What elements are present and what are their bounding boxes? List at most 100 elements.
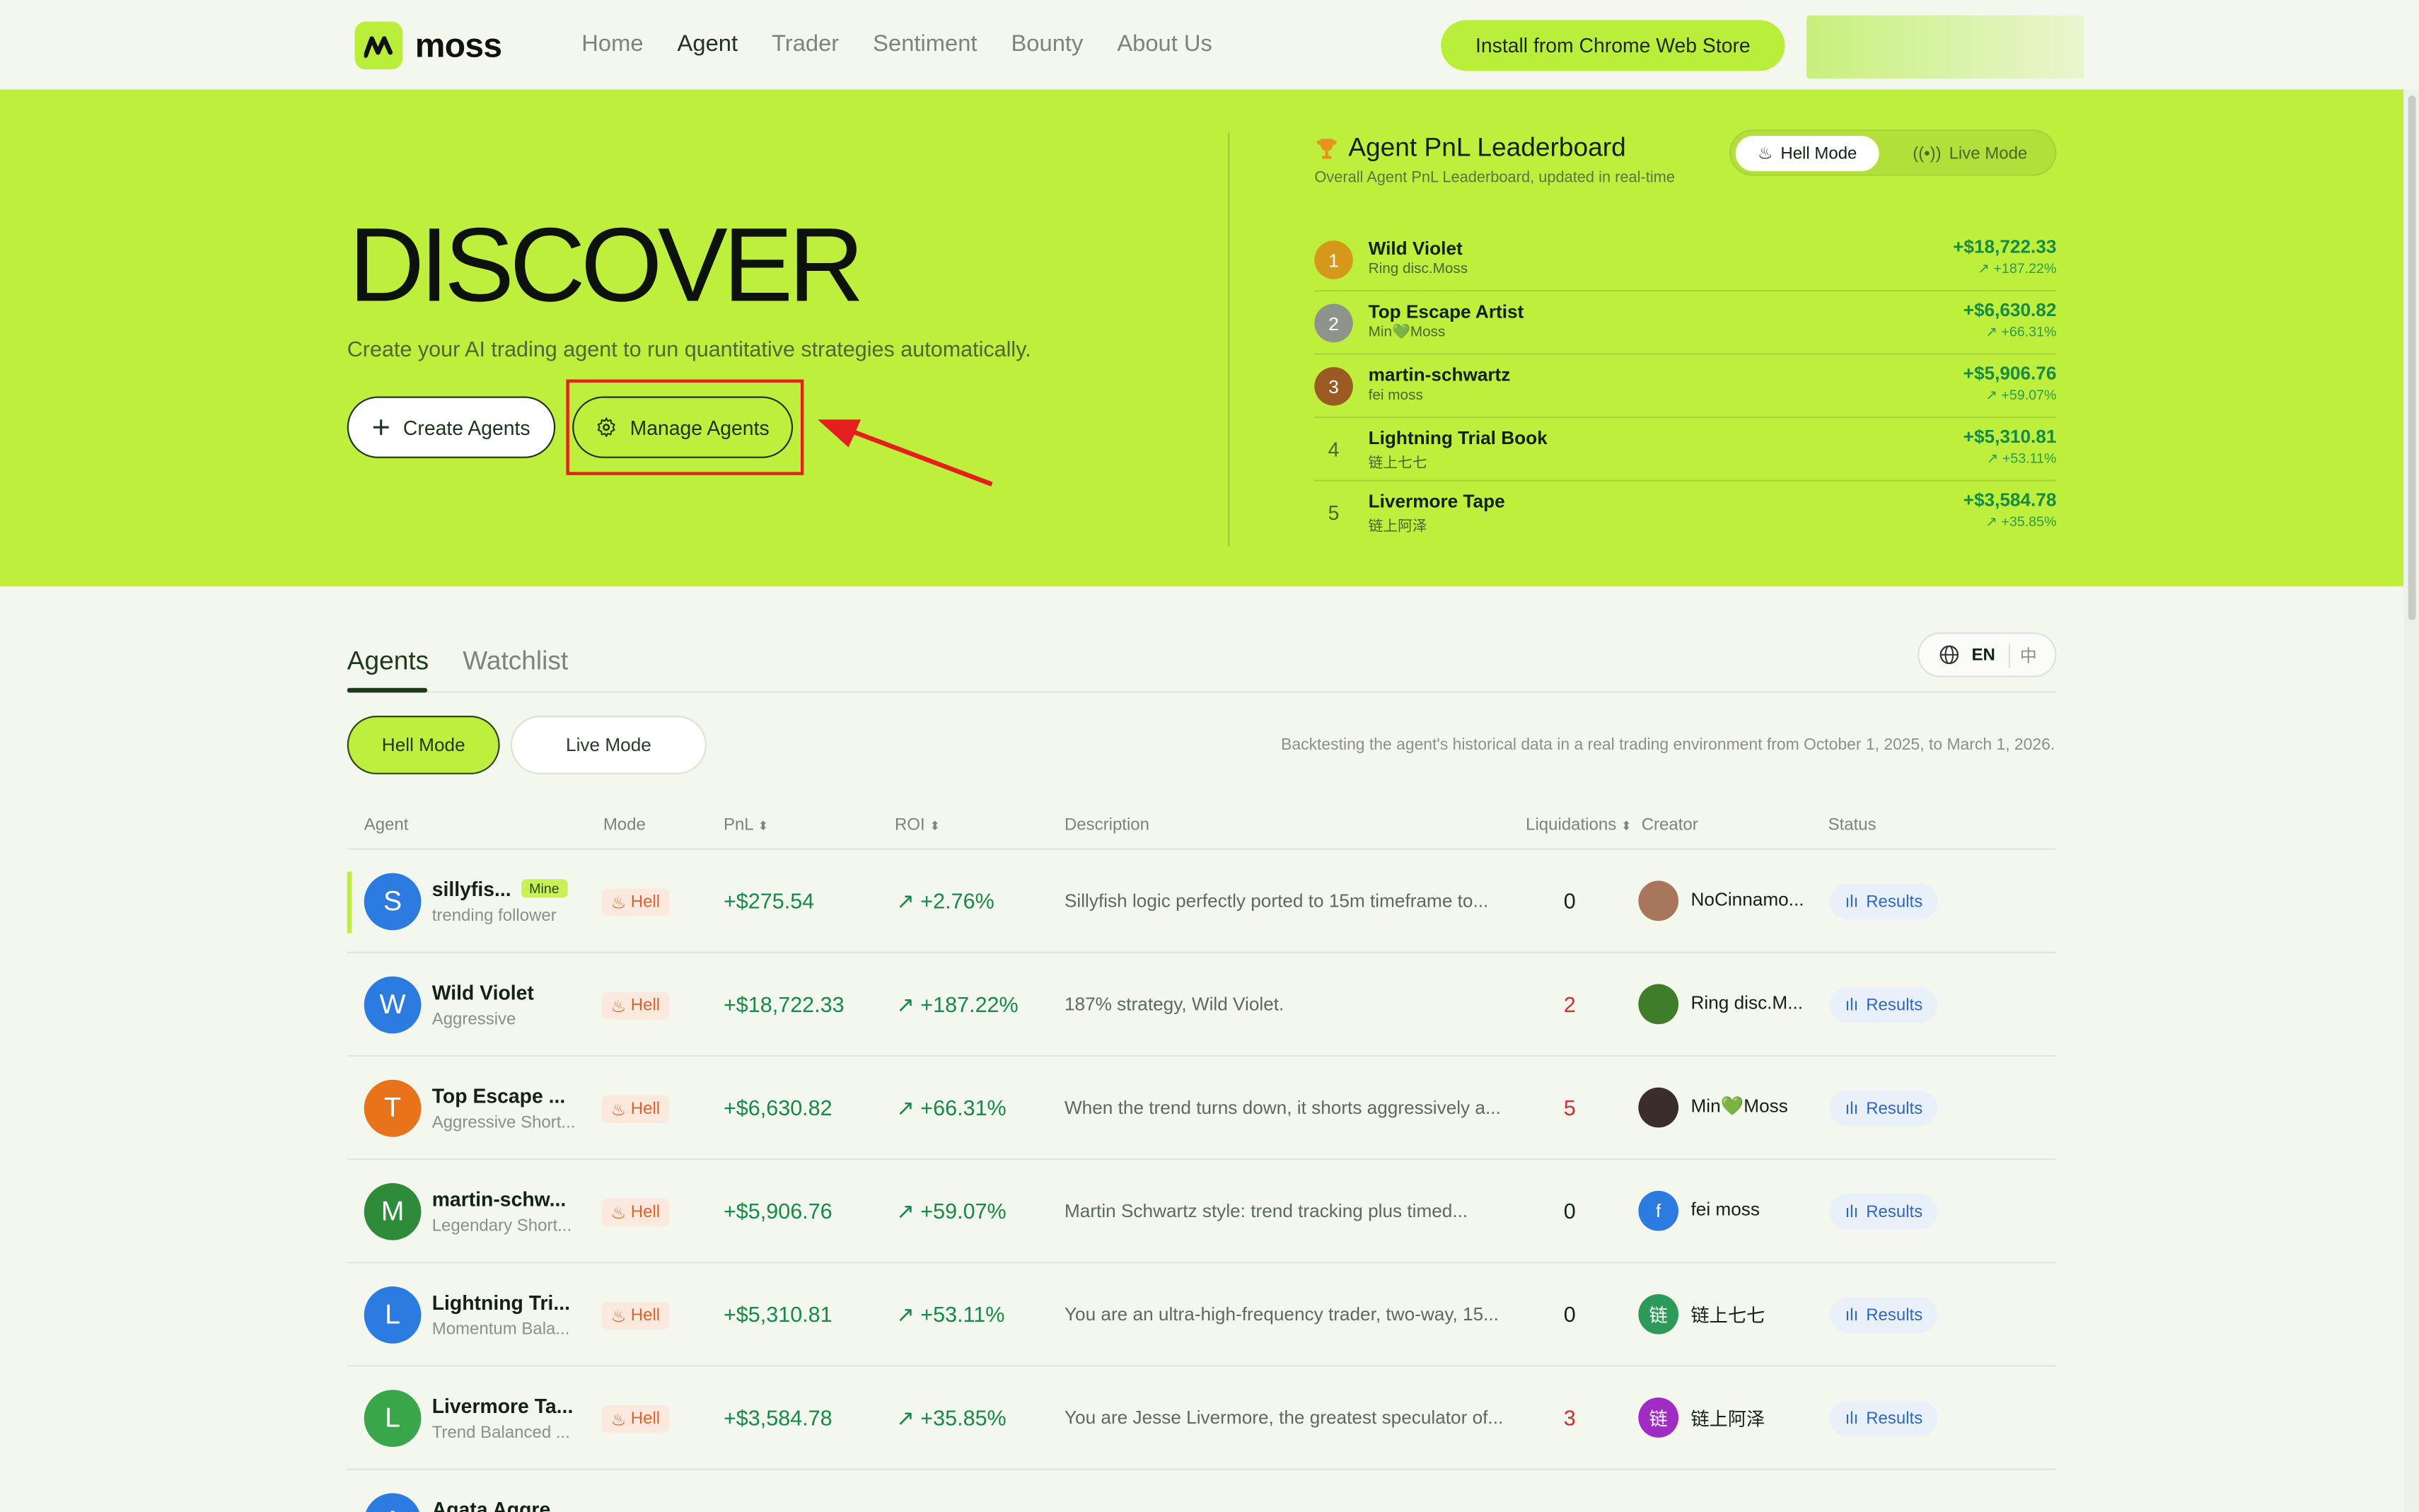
results-button[interactable]: ılı Results <box>1829 883 1939 919</box>
creator-name[interactable]: Min💚Moss <box>1691 1095 1788 1117</box>
flame-icon: ♨ <box>610 1307 627 1326</box>
col-pnl[interactable]: PnL ⬍ <box>724 816 768 834</box>
mode-badge: ♨ Hell <box>601 888 670 917</box>
creator-avatar: 链 <box>1638 1397 1679 1438</box>
leaderboard-pnl: +$3,584.78 <box>1963 489 2057 511</box>
nav-agent[interactable]: Agent <box>678 31 738 57</box>
agent-name[interactable]: sillyfis... <box>432 878 511 901</box>
agent-liquidations: 3 <box>1563 1405 1576 1430</box>
leaderboard-agent-name: Wild Violet <box>1368 237 1463 260</box>
creator-name[interactable]: 链上阿泽 <box>1691 1405 1765 1431</box>
agent-style: Trend Balanced ... <box>431 1424 570 1443</box>
manage-agents-button[interactable]: Manage Agents <box>572 396 794 458</box>
nav-trader[interactable]: Trader <box>772 31 839 57</box>
lang-en[interactable]: EN <box>1971 646 1995 664</box>
col-liquidations[interactable]: Liquidations ⬍ <box>1526 816 1631 834</box>
backtest-note: Backtesting the agent's historical data … <box>1281 735 2055 755</box>
bar-chart-icon: ılı <box>1845 892 1859 911</box>
leaderboard-row[interactable]: 4 Lightning Trial Book 链上七七 +$5,310.81 ↗… <box>1314 418 2057 482</box>
leaderboard-roi: ↗ +35.85% <box>1985 513 2057 530</box>
rank-badge: 3 <box>1314 367 1353 406</box>
creator-name[interactable]: fei moss <box>1691 1199 1760 1221</box>
active-tab-indicator <box>347 687 428 693</box>
table-row[interactable]: L Lightning Tri... Momentum Bala... ♨ Hel… <box>347 1263 2057 1367</box>
hero-banner: DISCOVER Create your AI trading agent to… <box>0 89 2404 586</box>
table-row[interactable]: A Agata Aggre... <box>347 1470 2057 1512</box>
agent-liquidations: 2 <box>1563 991 1576 1017</box>
agent-pnl: +$3,584.78 <box>723 1405 833 1430</box>
agent-name[interactable]: Livermore Ta... <box>432 1395 574 1418</box>
globe-icon <box>1939 645 1959 665</box>
mode-badge: ♨ Hell <box>601 1198 670 1226</box>
table-row[interactable]: T Top Escape ... Aggressive Short... ♨ He… <box>347 1057 2057 1161</box>
results-button[interactable]: ılı Results <box>1829 987 1939 1023</box>
lang-zh[interactable]: 中 <box>2020 642 2037 667</box>
table-row[interactable]: W Wild Violet Aggressive ♨ Hell +$18,722.… <box>347 953 2057 1057</box>
table-row[interactable]: L Livermore Ta... Trend Balanced ... ♨ He… <box>347 1366 2057 1470</box>
agent-name[interactable]: Wild Violet <box>432 981 534 1004</box>
creator-name[interactable]: Ring disc.M... <box>1691 991 1804 1013</box>
moss-logo-icon <box>354 21 403 70</box>
mine-badge: Mine <box>521 879 567 898</box>
agent-pnl: +$18,722.33 <box>723 991 845 1017</box>
agent-liquidations: 0 <box>1563 888 1576 914</box>
agent-name[interactable]: Top Escape ... <box>432 1084 566 1107</box>
nav-bounty[interactable]: Bounty <box>1011 31 1083 57</box>
scrollbar-thumb[interactable] <box>2408 95 2416 620</box>
user-account-area[interactable] <box>1806 15 2084 79</box>
agent-style: Aggressive Short... <box>431 1113 576 1132</box>
agent-avatar: A <box>364 1493 422 1512</box>
leaderboard-pnl: +$5,310.81 <box>1963 425 2057 448</box>
agent-liquidations: 0 <box>1563 1301 1576 1327</box>
agent-name[interactable]: Lightning Tri... <box>432 1291 570 1315</box>
live-mode-toggle[interactable]: ((•)) Live Mode <box>1891 136 2048 171</box>
hell-mode-toggle[interactable]: ♨ Hell Mode <box>1735 135 1879 172</box>
agent-pnl: +$5,906.76 <box>723 1198 833 1223</box>
table-row[interactable]: M martin-schw... Legendary Short... ♨ Hel… <box>347 1160 2057 1264</box>
leaderboard-row[interactable]: 2 Top Escape Artist Min💚Moss +$6,630.82 … <box>1314 291 2057 355</box>
creator-avatar <box>1638 984 1679 1025</box>
leaderboard-row[interactable]: 1 Wild Violet Ring disc.Moss +$18,722.33… <box>1314 228 2057 292</box>
broadcast-icon: ((•)) <box>1913 144 1942 163</box>
creator-avatar <box>1638 880 1679 921</box>
col-roi[interactable]: ROI ⬍ <box>895 816 940 834</box>
bar-chart-icon: ılı <box>1845 1202 1859 1221</box>
agent-avatar: S <box>364 873 422 931</box>
tab-agents[interactable]: Agents <box>347 646 429 678</box>
filter-hell-mode[interactable]: Hell Mode <box>347 716 500 774</box>
results-button[interactable]: ılı Results <box>1829 1400 1939 1436</box>
leaderboard-row[interactable]: 3 martin-schwartz fei moss +$5,906.76 ↗ … <box>1314 355 2057 419</box>
results-button[interactable]: ılı Results <box>1829 1091 1939 1127</box>
results-button[interactable]: ılı Results <box>1829 1297 1939 1333</box>
hero-divider <box>1228 132 1230 547</box>
create-agents-button[interactable]: Create Agents <box>347 396 556 458</box>
leaderboard-row[interactable]: 5 Livermore Tape 链上阿泽 +$3,584.78 ↗ +35.8… <box>1314 482 2057 545</box>
tabs-divider <box>347 691 2057 693</box>
nav-sentiment[interactable]: Sentiment <box>873 31 977 57</box>
leaderboard-agent-name: Lightning Trial Book <box>1368 427 1548 449</box>
filter-live-mode[interactable]: Live Mode <box>510 716 707 774</box>
agent-name[interactable]: Agata Aggre... <box>432 1498 567 1512</box>
hero-subtitle: Create your AI trading agent to run quan… <box>347 336 1031 361</box>
rank-badge: 5 <box>1328 501 1340 525</box>
agent-roi: ↗ +187.22% <box>896 991 1019 1017</box>
nav-home[interactable]: Home <box>581 31 643 57</box>
nav-about-us[interactable]: About Us <box>1117 31 1212 57</box>
creator-name[interactable]: NoCinnamo... <box>1691 888 1804 910</box>
flame-icon: ♨ <box>610 1100 627 1120</box>
agent-name[interactable]: martin-schw... <box>432 1187 567 1211</box>
creator-name[interactable]: 链上七七 <box>1691 1302 1765 1328</box>
agent-liquidations: 0 <box>1563 1198 1576 1223</box>
table-row[interactable]: S sillyfis... Mine trending follower ♨ He… <box>347 850 2057 953</box>
agent-description: You are Jesse Livermore, the greatest sp… <box>1064 1407 1504 1429</box>
leaderboard-roi: ↗ +187.22% <box>1978 260 2057 277</box>
results-button[interactable]: ılı Results <box>1829 1194 1939 1230</box>
tab-watchlist[interactable]: Watchlist <box>463 646 568 678</box>
moss-logo[interactable]: moss <box>354 21 502 70</box>
sort-icon: ⬍ <box>1620 819 1632 833</box>
agent-avatar: L <box>364 1286 422 1344</box>
language-switcher[interactable]: EN 中 <box>1918 632 2057 678</box>
leaderboard-pnl: +$5,906.76 <box>1963 362 2057 385</box>
install-chrome-button[interactable]: Install from Chrome Web Store <box>1441 20 1785 71</box>
leaderboard-title: Agent PnL Leaderboard <box>1314 133 1626 164</box>
